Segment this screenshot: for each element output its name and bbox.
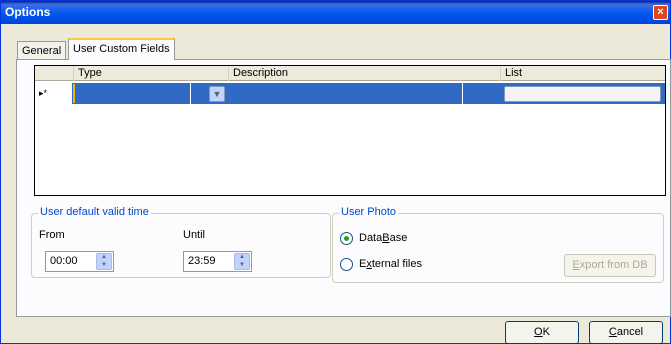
column-header-list-label: List [505,67,523,79]
column-header-type[interactable]: Type [74,66,229,81]
database-radio[interactable] [340,232,353,245]
tab-user-custom-fields[interactable]: User Custom Fields [68,38,175,60]
valid-time-group-title: User default valid time [38,206,151,218]
grid-header: Type Description List [35,66,665,81]
title-bar: Options [1,1,670,24]
user-photo-group-title: User Photo [339,206,399,218]
until-time-spin-buttons[interactable]: ▲ ▼ [234,253,250,270]
tab-user-custom-fields-label: User Custom Fields [73,43,170,55]
spin-down-icon[interactable]: ▼ [235,262,249,269]
row-focus-marker [73,84,75,103]
column-header-description[interactable]: Description [229,66,501,81]
column-header-type-label: Type [78,67,102,79]
cancel-button[interactable]: Cancel [589,321,663,344]
column-header-list[interactable]: List [501,66,665,81]
export-from-db-button[interactable]: Export from DB [564,254,656,277]
spin-down-icon[interactable]: ▼ [97,262,111,269]
chevron-down-icon: ▼ [212,89,222,99]
window-title: Options [5,5,51,19]
from-time-spin-buttons[interactable]: ▲ ▼ [96,253,112,270]
type-dropdown-button[interactable]: ▼ [209,86,225,102]
ok-button[interactable]: OK [505,321,579,344]
list-cell-button[interactable] [504,86,661,102]
spin-up-icon[interactable]: ▲ [97,254,111,261]
row-header-corner [35,66,74,81]
close-button[interactable]: × [653,5,668,20]
until-label: Until [183,229,206,241]
new-row-indicator: ▸* [35,83,72,104]
close-icon: × [657,6,664,18]
from-label: From [39,229,65,241]
from-time-value: 00:00 [50,255,78,267]
from-time-spinner[interactable]: 00:00 ▲ ▼ [45,251,114,272]
database-radio-label[interactable]: DataBase [359,232,407,244]
options-dialog: Options × General User Custom Fields Typ… [0,0,671,344]
tab-general-label: General [22,45,62,57]
external-files-radio[interactable] [340,258,353,271]
cell-divider [462,83,463,104]
new-row-icon: ▸* [39,88,48,98]
custom-fields-grid[interactable]: Type Description List ▸* ▼ [34,65,666,196]
external-files-radio-label[interactable]: External files [359,258,422,270]
column-header-description-label: Description [233,67,289,79]
cell-divider [190,83,191,104]
spin-up-icon[interactable]: ▲ [235,254,249,261]
tab-general[interactable]: General [17,41,67,60]
until-time-value: 23:59 [188,255,216,267]
until-time-spinner[interactable]: 23:59 ▲ ▼ [183,251,252,272]
